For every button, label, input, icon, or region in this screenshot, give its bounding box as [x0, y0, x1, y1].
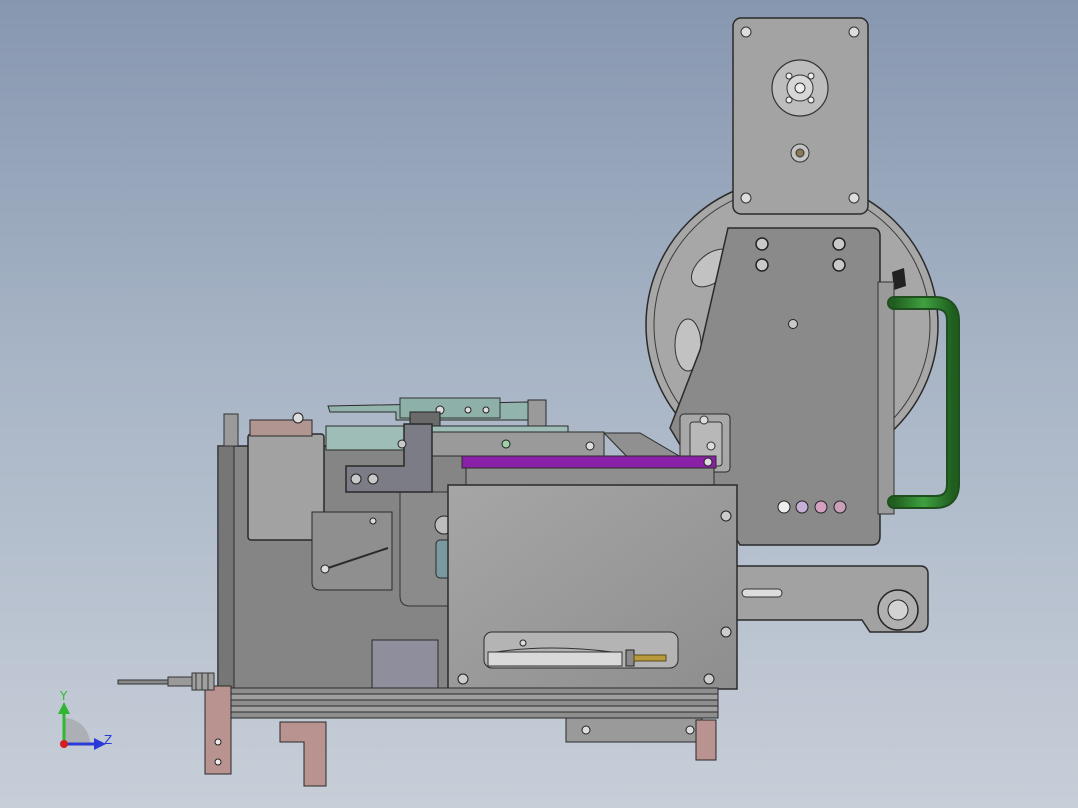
motor-mount-plate [732, 17, 869, 215]
y-axis-label: Y [59, 689, 68, 703]
z-axis-label: Z [104, 733, 112, 747]
cad-viewport[interactable]: Y Z [0, 0, 1078, 808]
machine-model-drawing[interactable]: Y Z [0, 0, 1078, 808]
axis-triad: Y Z [58, 689, 112, 750]
swing-arm [734, 565, 929, 633]
guide-rail [429, 431, 605, 457]
front-cover-panel [447, 484, 738, 690]
feed-bar [461, 455, 717, 487]
x-axis-dot [60, 740, 68, 748]
sensor-probe [117, 672, 215, 691]
triad-quadrant [64, 718, 90, 744]
